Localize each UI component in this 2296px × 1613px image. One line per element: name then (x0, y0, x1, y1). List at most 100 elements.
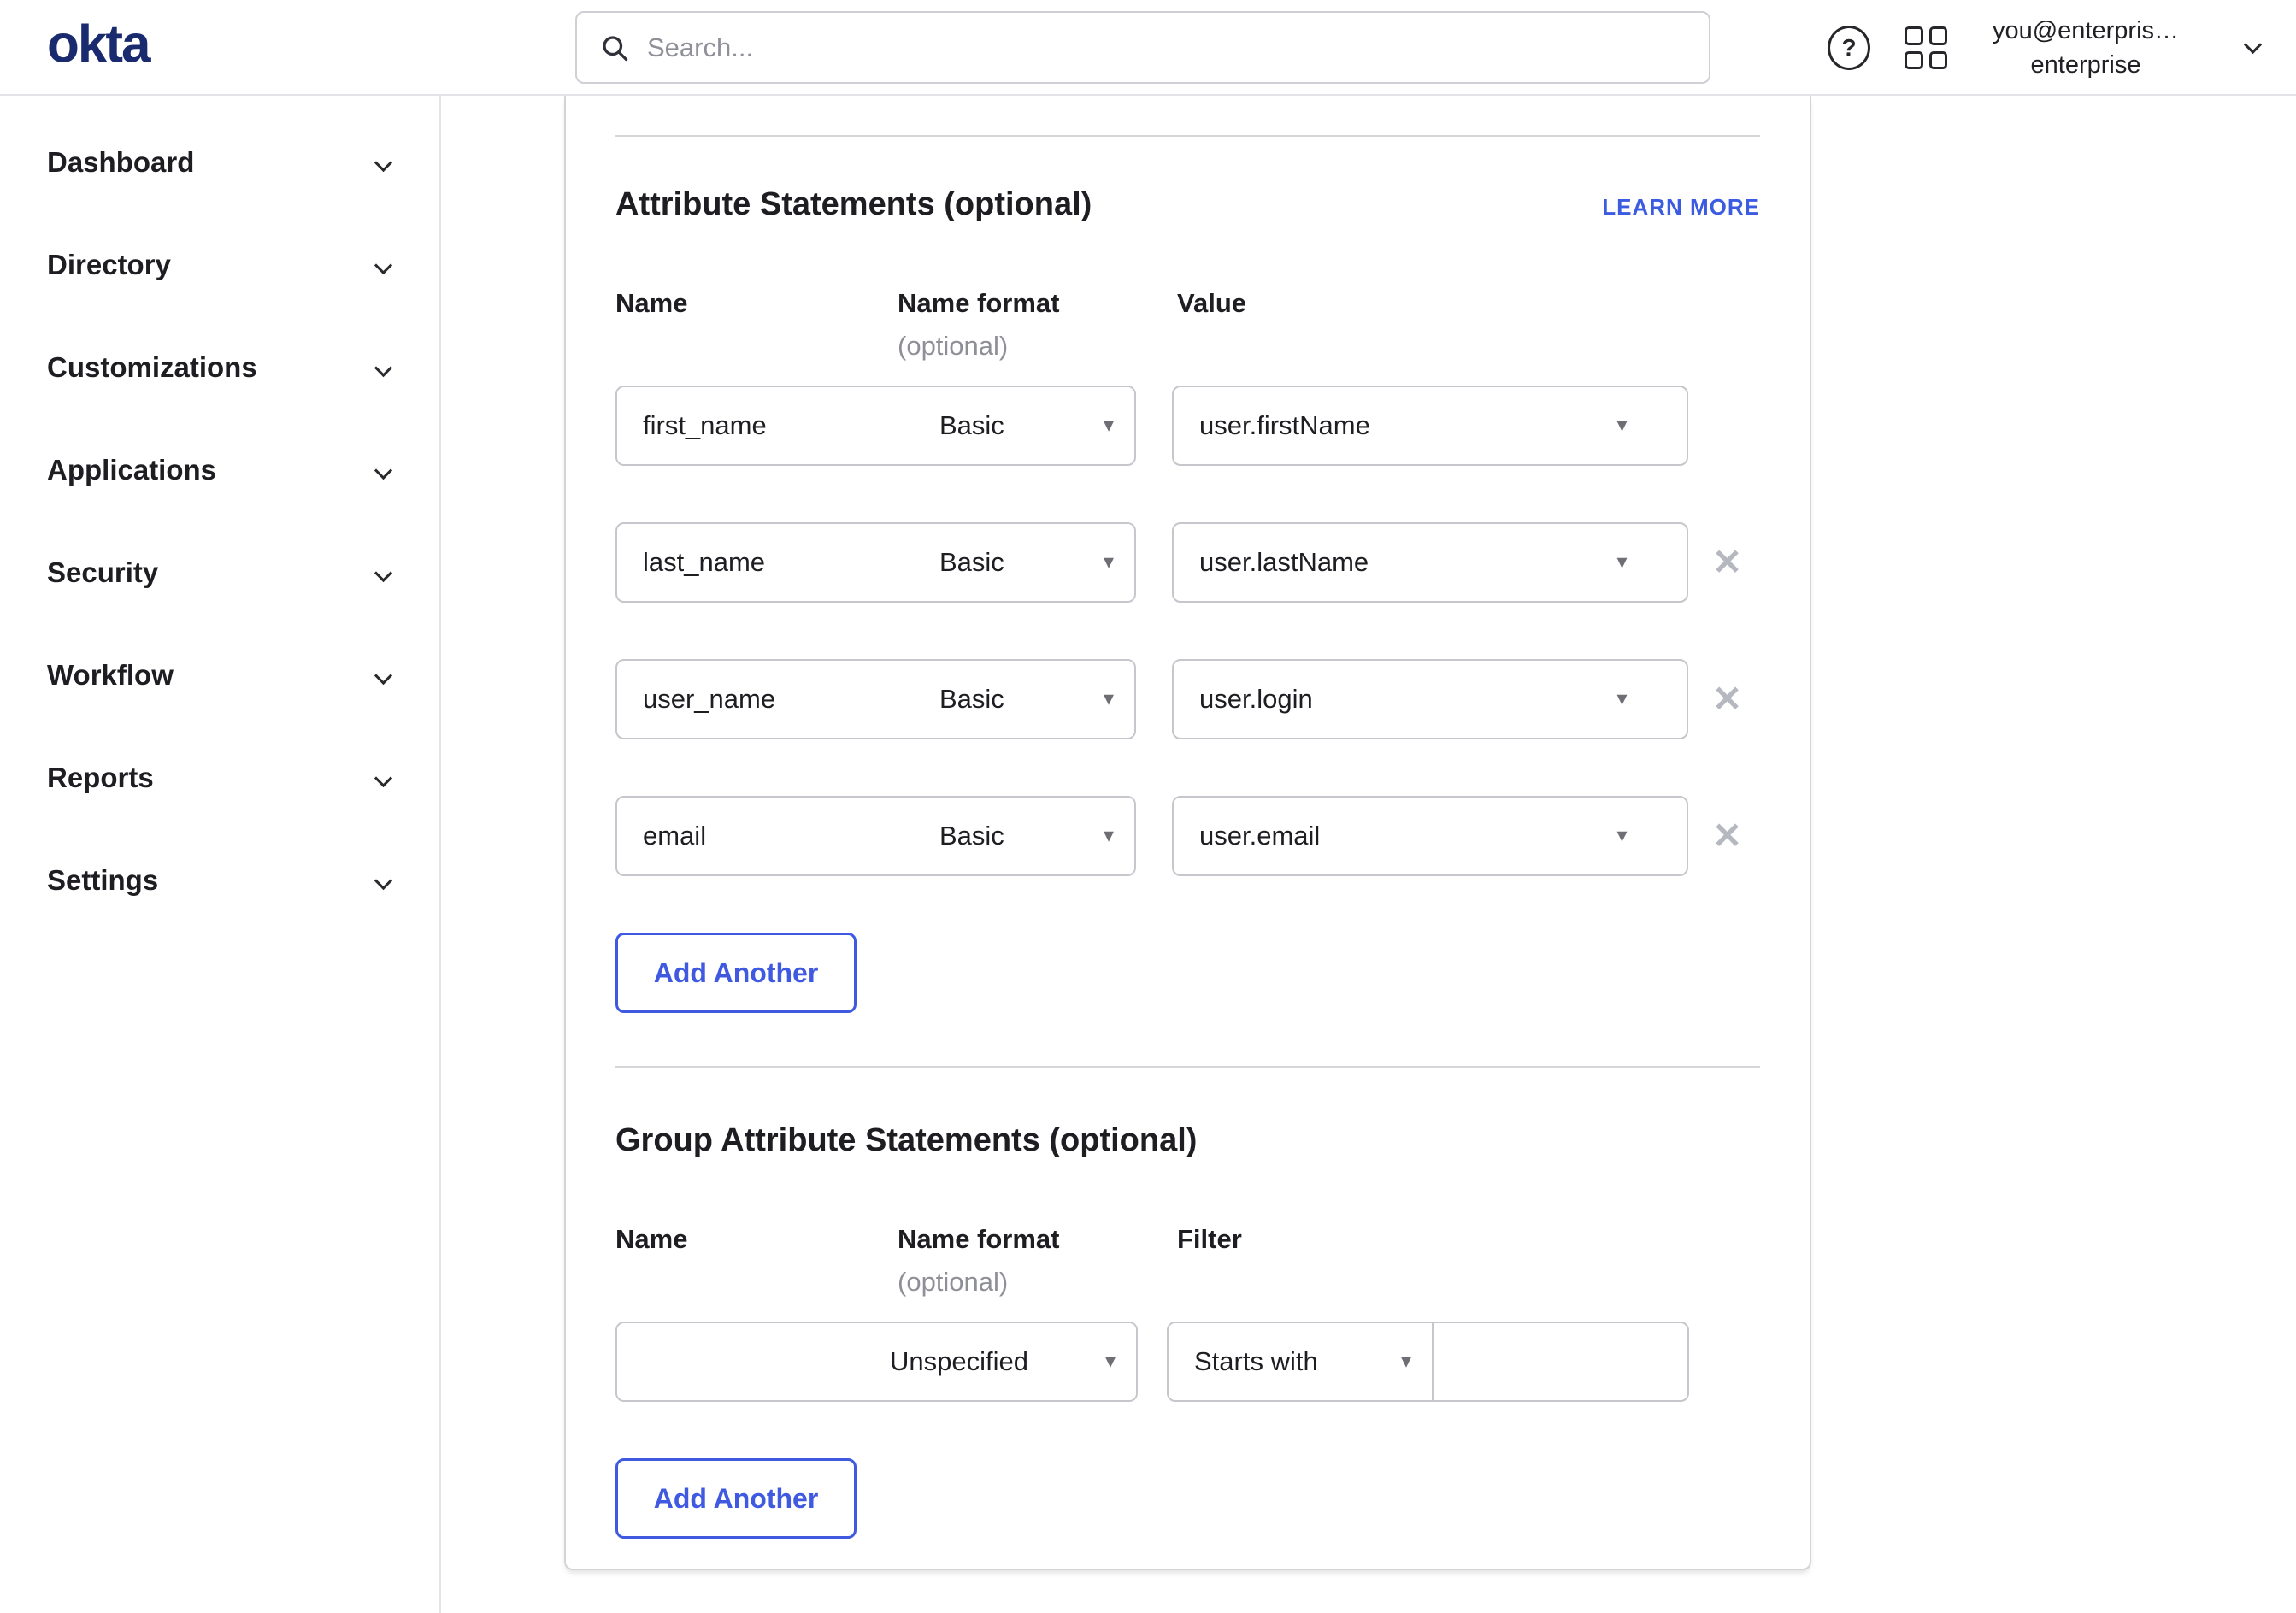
attr-format-select[interactable]: Basic ▾ (914, 798, 1134, 874)
sidebar-item-label: Reports (47, 762, 154, 793)
attr-format-select[interactable]: Basic ▾ (914, 387, 1134, 464)
group-format-select[interactable]: Unspecified ▾ (864, 1323, 1136, 1400)
column-header-format: Name format (898, 288, 1060, 318)
format-optional-note: (optional) (898, 1267, 1009, 1297)
sidebar-item-settings[interactable]: Settings (0, 829, 439, 932)
grid-square (1928, 50, 1947, 69)
sidebar-item-workflow[interactable]: Workflow (0, 624, 439, 727)
group-format-value: Unspecified (890, 1346, 1028, 1376)
remove-row-button[interactable]: ✕ (1712, 818, 1742, 854)
column-header-name: Name (615, 288, 688, 318)
caret-down-icon: ▾ (1400, 1350, 1411, 1373)
chevron-down-icon (374, 461, 393, 480)
sidebar-item-dashboard[interactable]: Dashboard (0, 111, 439, 214)
sidebar-item-label: Workflow (47, 659, 174, 691)
search-icon (603, 35, 628, 61)
chevron-down-icon (374, 358, 393, 377)
group-attribute-statements-title: Group Attribute Statements (optional) (615, 1122, 1198, 1158)
attribute-column-headers: Name Name format Value (615, 288, 1760, 322)
learn-more-link[interactable]: LEARN MORE (1602, 194, 1760, 221)
account-chevron-down-icon[interactable] (2243, 35, 2263, 55)
sidebar-item-label: Security (47, 556, 159, 588)
remove-row-button[interactable]: ✕ (1712, 545, 1742, 580)
caret-down-icon: ▾ (1103, 687, 1114, 710)
grid-square (1905, 26, 1923, 45)
sidebar-item-label: Directory (47, 249, 171, 280)
attribute-row: Basic ▾ ▾ ✕ (615, 522, 1760, 603)
format-optional-note: (optional) (898, 331, 1009, 361)
sidebar-item-label: Settings (47, 864, 159, 896)
sidebar-item-label: Applications (47, 454, 217, 486)
grid-square (1905, 50, 1923, 69)
attr-value-expression-button[interactable]: ▾ (1557, 387, 1687, 464)
attribute-statements-title: Attribute Statements (optional) (615, 186, 1092, 222)
attr-name-input[interactable] (617, 798, 914, 874)
attribute-row: Basic ▾ ▾ ✕ (615, 796, 1760, 876)
attr-value-expression-button[interactable]: ▾ (1557, 661, 1687, 738)
add-another-group-attribute-button[interactable]: Add Another (615, 1458, 857, 1539)
attribute-row: Basic ▾ ▾ ✕ (615, 659, 1760, 739)
column-header-format: Name format (898, 1224, 1060, 1254)
attr-name-input[interactable] (617, 661, 914, 738)
caret-down-icon: ▾ (1616, 687, 1628, 710)
caret-down-icon: ▾ (1104, 1350, 1116, 1373)
attr-value-input[interactable] (1174, 524, 1557, 601)
column-header-filter: Filter (1177, 1224, 1242, 1254)
attr-value-input[interactable] (1174, 661, 1557, 738)
help-icon[interactable]: ? (1828, 26, 1870, 70)
attribute-rows: Basic ▾ ▾ Basic ▾ (615, 386, 1760, 876)
chevron-down-icon (374, 768, 393, 787)
attr-format-value: Basic (939, 410, 1004, 440)
attr-format-value: Basic (939, 547, 1004, 577)
search-input[interactable] (647, 32, 1687, 63)
chevron-down-icon (374, 563, 393, 582)
sidebar-nav: Dashboard Directory Customizations Appli… (0, 96, 441, 1613)
group-filter-type-value: Starts with (1194, 1346, 1318, 1376)
sidebar-item-directory[interactable]: Directory (0, 214, 439, 316)
add-another-attribute-button[interactable]: Add Another (615, 933, 857, 1013)
caret-down-icon: ▾ (1103, 414, 1114, 437)
remove-row-button[interactable]: ✕ (1712, 681, 1742, 717)
caret-down-icon: ▾ (1616, 414, 1628, 437)
sidebar-item-label: Dashboard (47, 146, 195, 178)
top-bar: okta ? you@enterpris… enterprise (0, 0, 2296, 96)
group-column-headers: Name Name format Filter (615, 1224, 1760, 1258)
section-divider (615, 135, 1760, 137)
attr-name-input[interactable] (617, 524, 914, 601)
section-divider (615, 1066, 1760, 1068)
column-header-name: Name (615, 1224, 688, 1254)
attr-format-select[interactable]: Basic ▾ (914, 661, 1134, 738)
attribute-row: Basic ▾ ▾ (615, 386, 1760, 466)
chevron-down-icon (374, 871, 393, 890)
attr-value-input[interactable] (1174, 798, 1557, 874)
account-menu[interactable]: you@enterpris… enterprise (1957, 14, 2214, 82)
attr-value-input[interactable] (1174, 387, 1557, 464)
chevron-down-icon (374, 666, 393, 685)
chevron-down-icon (374, 153, 393, 172)
okta-admin-console: okta ? you@enterpris… enterprise Dashboa… (0, 0, 2296, 1613)
attr-name-input[interactable] (617, 387, 914, 464)
attr-format-select[interactable]: Basic ▾ (914, 524, 1134, 601)
attr-value-expression-button[interactable]: ▾ (1557, 524, 1687, 601)
column-header-value: Value (1177, 288, 1246, 318)
caret-down-icon: ▾ (1616, 824, 1628, 847)
attr-value-expression-button[interactable]: ▾ (1557, 798, 1687, 874)
sidebar-item-applications[interactable]: Applications (0, 419, 439, 521)
sidebar-item-security[interactable]: Security (0, 521, 439, 624)
group-filter-value-input[interactable] (1434, 1323, 1687, 1400)
caret-down-icon: ▾ (1616, 550, 1628, 574)
group-filter-type-select[interactable]: Starts with ▾ (1169, 1323, 1434, 1400)
caret-down-icon: ▾ (1103, 550, 1114, 574)
sidebar-item-label: Customizations (47, 351, 257, 383)
global-search[interactable] (575, 11, 1710, 84)
apps-grid-icon[interactable] (1905, 26, 1947, 69)
okta-logo[interactable]: okta (47, 15, 150, 75)
group-name-input[interactable] (617, 1323, 864, 1400)
sidebar-item-customizations[interactable]: Customizations (0, 316, 439, 419)
group-attribute-rows: Unspecified ▾ Starts with ▾ (615, 1322, 1760, 1402)
chevron-down-icon (374, 256, 393, 274)
caret-down-icon: ▾ (1103, 824, 1114, 847)
grid-square (1928, 26, 1947, 45)
sidebar-item-reports[interactable]: Reports (0, 727, 439, 829)
attr-format-value: Basic (939, 684, 1004, 714)
